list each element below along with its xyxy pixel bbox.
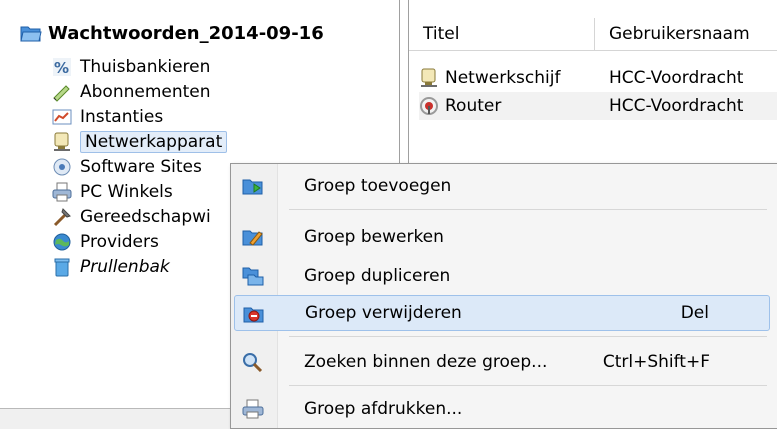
printer-icon	[242, 399, 264, 424]
entry-username: HCC-Voordracht	[609, 68, 744, 88]
list-row[interactable]: Netwerkschijf HCC-Voordracht	[419, 64, 777, 92]
tree-item-label: Providers	[80, 232, 159, 252]
group-context-menu: Groep toevoegen Groep bewerken Groep dup…	[230, 163, 777, 429]
disc-icon	[52, 157, 72, 177]
menu-item-search-group[interactable]: Zoeken binnen deze groep... Ctrl+Shift+F	[234, 344, 770, 380]
router-icon	[419, 96, 439, 116]
tree-item-label: Thuisbankieren	[80, 57, 211, 77]
menu-item-shortcut: Del	[680, 303, 709, 323]
folder-edit-icon	[242, 227, 264, 252]
menu-separator	[289, 336, 767, 337]
menu-item-label: Groep afdrukken...	[304, 399, 463, 419]
list-row[interactable]: Router HCC-Voordracht	[419, 92, 777, 120]
tree-item-label: Software Sites	[80, 157, 202, 177]
network-icon	[52, 132, 72, 152]
tree-item-label: Abonnementen	[80, 82, 211, 102]
globe-icon	[52, 232, 72, 252]
printer-icon	[52, 182, 72, 202]
tools-icon	[52, 207, 72, 227]
column-header-title[interactable]: Titel	[409, 18, 595, 50]
tree-item-software-sites[interactable]: Software Sites	[52, 155, 202, 179]
list-header: Titel Gebruikersnaam	[409, 18, 777, 51]
menu-item-group-edit[interactable]: Groep bewerken	[234, 219, 770, 255]
tree-item-thuisbankieren[interactable]: % Thuisbankieren	[52, 55, 210, 79]
menu-separator	[289, 209, 767, 210]
folder-add-icon	[242, 176, 264, 201]
tree-item-label: PC Winkels	[80, 182, 173, 202]
svg-text:%: %	[54, 59, 69, 77]
tree-item-instanties[interactable]: Instanties	[52, 105, 163, 129]
entry-title: Router	[445, 96, 502, 116]
tree-item-label: Instanties	[80, 107, 164, 127]
tree-item-prullenbak[interactable]: Prullenbak	[52, 255, 170, 279]
pen-icon	[52, 82, 72, 102]
menu-item-group-print[interactable]: Groep afdrukken...	[234, 391, 770, 427]
percent-icon: %	[52, 57, 72, 77]
tree-root-label: Wachtwoorden_2014-09-16	[48, 22, 324, 44]
network-icon	[419, 68, 439, 88]
tree-root[interactable]: Wachtwoorden_2014-09-16	[20, 20, 324, 46]
chart-icon	[52, 107, 72, 127]
search-icon	[242, 352, 264, 377]
folder-delete-icon	[243, 304, 265, 329]
tree-item-label: Netwerkapparat	[80, 131, 228, 153]
folder-open-icon	[20, 23, 42, 43]
menu-item-label: Groep toevoegen	[304, 176, 452, 196]
menu-item-label: Groep dupliceren	[304, 266, 451, 286]
menu-item-label: Zoeken binnen deze groep...	[304, 352, 548, 372]
menu-item-group-add[interactable]: Groep toevoegen	[234, 168, 770, 204]
column-header-username[interactable]: Gebruikersnaam	[595, 18, 777, 50]
tree-item-pc-winkels[interactable]: PC Winkels	[52, 180, 173, 204]
menu-item-shortcut: Ctrl+Shift+F	[602, 352, 710, 372]
trash-icon	[52, 257, 72, 277]
duplicate-icon	[242, 266, 264, 291]
menu-separator	[289, 385, 767, 386]
entry-title: Netwerkschijf	[445, 68, 561, 88]
tree-item-netwerkapparaten[interactable]: Netwerkapparat	[52, 130, 228, 154]
menu-item-group-delete[interactable]: Groep verwijderen Del	[234, 295, 770, 331]
tree-item-providers[interactable]: Providers	[52, 230, 159, 254]
tree-item-label: Gereedschapwi	[80, 207, 211, 227]
tree-item-label: Prullenbak	[80, 257, 170, 277]
tree-item-abonnementen[interactable]: Abonnementen	[52, 80, 211, 104]
menu-item-label: Groep bewerken	[304, 227, 444, 247]
tree-item-gereedschap[interactable]: Gereedschapwi	[52, 205, 211, 229]
menu-item-label: Groep verwijderen	[305, 303, 462, 323]
menu-item-group-duplicate[interactable]: Groep dupliceren	[234, 258, 770, 294]
entry-username: HCC-Voordracht	[609, 96, 744, 116]
